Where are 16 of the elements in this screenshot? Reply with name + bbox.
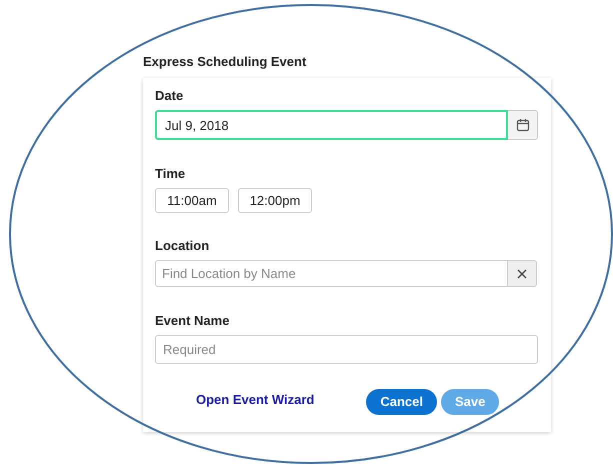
close-icon bbox=[517, 268, 527, 278]
open-wizard-link[interactable]: Open Event Wizard bbox=[196, 390, 314, 410]
field-label: Location bbox=[155, 238, 210, 254]
field-label: Date bbox=[155, 88, 184, 104]
start-time-button[interactable]: 11:00am bbox=[155, 188, 229, 213]
event-name-field[interactable]: Required bbox=[155, 335, 538, 364]
cancel-button[interactable]: Cancel bbox=[366, 389, 437, 415]
calendar-icon bbox=[516, 118, 530, 132]
date-field[interactable]: Jul 9, 2018 bbox=[155, 110, 508, 140]
clear-button[interactable] bbox=[508, 260, 537, 287]
end-time-button[interactable]: 12:00pm bbox=[238, 188, 312, 213]
field-label: Event Name bbox=[155, 313, 230, 329]
calendar-button[interactable] bbox=[508, 110, 538, 140]
location-search-field[interactable]: Find Location by Name bbox=[155, 260, 508, 287]
dialog-title: Express Scheduling Event bbox=[143, 54, 306, 70]
field-label: Time bbox=[155, 166, 186, 182]
